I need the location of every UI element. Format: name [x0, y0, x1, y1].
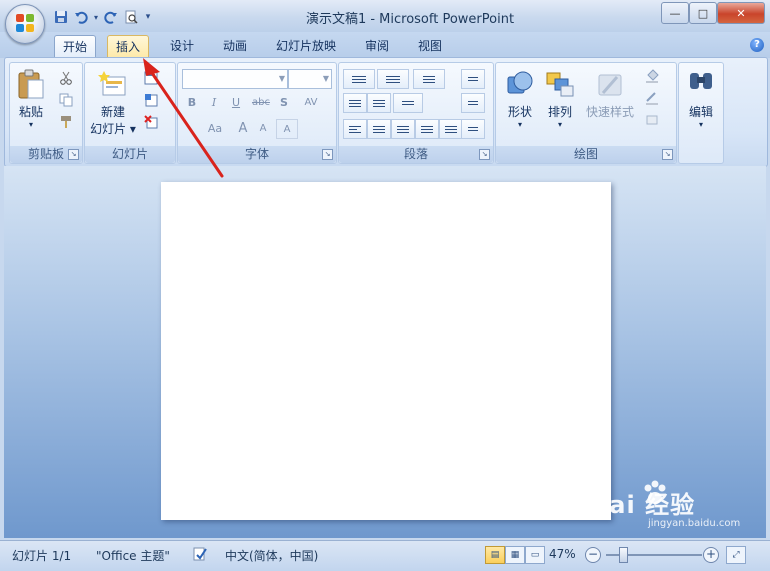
baidu-watermark: Bai 经验 jingyan.baidu.com [590, 480, 741, 529]
theme-name: "Office 主题" [96, 549, 170, 563]
fit-to-window-icon[interactable]: ⤢ [726, 546, 746, 564]
spellcheck-icon[interactable] [192, 546, 208, 565]
zoom-slider-thumb[interactable] [619, 547, 628, 563]
slide-sorter-view-icon[interactable]: ▦ [505, 546, 525, 564]
status-bar: 幻灯片 1/1 "Office 主题" 中文(简体，中国) ▤ ▦ ▭ 47% … [0, 540, 770, 571]
office-button[interactable] [5, 4, 45, 44]
language-indicator: 中文(简体，中国) [225, 549, 319, 563]
watermark-url: jingyan.baidu.com [648, 518, 741, 529]
slideshow-view-icon[interactable]: ▭ [525, 546, 545, 564]
normal-view-icon[interactable]: ▤ [485, 546, 505, 564]
zoom-out-button[interactable]: − [585, 547, 601, 563]
paw-icon [644, 480, 666, 504]
office-logo-icon [16, 14, 34, 32]
zoom-level[interactable]: 47% [549, 547, 576, 561]
zoom-in-button[interactable]: + [703, 547, 719, 563]
slide-count: 幻灯片 1/1 [12, 549, 72, 563]
